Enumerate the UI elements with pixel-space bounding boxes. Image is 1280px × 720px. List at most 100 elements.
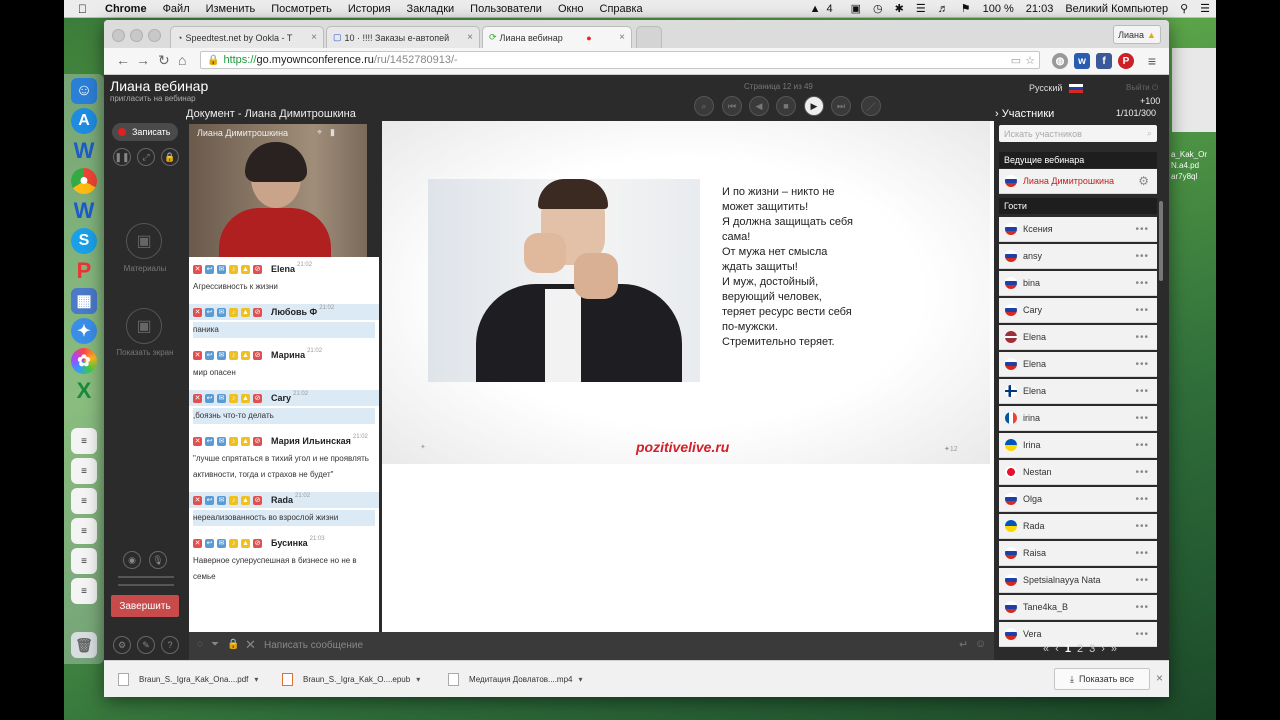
pager-first[interactable]: « bbox=[1040, 643, 1052, 655]
chat-author[interactable]: Elena bbox=[271, 264, 295, 274]
block-icon[interactable]: ⊘ bbox=[253, 436, 262, 446]
chat-author[interactable]: Rada bbox=[271, 495, 293, 505]
guest-row[interactable]: Elena ••• bbox=[999, 325, 1157, 350]
message-icon[interactable]: ✉ bbox=[217, 264, 226, 274]
warning-icon[interactable]: ▲ bbox=[241, 436, 250, 446]
reply-icon[interactable]: ↩ bbox=[205, 436, 214, 446]
block-icon[interactable]: ⊘ bbox=[253, 538, 262, 548]
message-icon[interactable]: ✉ bbox=[217, 307, 226, 317]
microphone-icon[interactable]: 🎙 bbox=[149, 551, 167, 569]
more-options-icon[interactable]: ••• bbox=[1135, 386, 1149, 397]
record-button[interactable]: Записать bbox=[112, 123, 178, 141]
spotlight-icon[interactable]: ⚲ bbox=[1174, 2, 1194, 15]
download-item[interactable]: Braun_S._Igra_Kak_O....epub ▾ bbox=[282, 668, 420, 690]
pager-page-2[interactable]: 2 bbox=[1074, 643, 1086, 655]
participant-search-input[interactable]: Искать участников ⌕ bbox=[999, 125, 1157, 142]
volume-icon[interactable]: ♬ bbox=[932, 3, 955, 15]
chat-author[interactable]: Cary bbox=[271, 393, 291, 403]
reply-icon[interactable]: ↩ bbox=[205, 307, 214, 317]
block-icon[interactable]: ⊘ bbox=[253, 307, 262, 317]
warning-icon[interactable]: ▲ bbox=[241, 393, 250, 403]
chat-author[interactable]: Мария Ильинская bbox=[271, 436, 351, 446]
tab-orders[interactable]: ▢ 10 · !!!! Заказы e-автопей × bbox=[326, 26, 480, 48]
presenter-video[interactable]: Лиана Димитрошкина ⌖ ▮ bbox=[189, 124, 367, 257]
new-tab-button[interactable] bbox=[636, 26, 662, 48]
apple-menu-icon[interactable]:  bbox=[64, 2, 97, 16]
warning-icon[interactable]: ▲ bbox=[241, 307, 250, 317]
guest-row[interactable]: Raisa ••• bbox=[999, 541, 1157, 566]
tab-webinar[interactable]: ⟳ Лиана вебинар ● × bbox=[482, 26, 632, 48]
chat-author[interactable]: Бусинка bbox=[271, 538, 308, 548]
language-selector[interactable]: Русский bbox=[1029, 83, 1083, 94]
chat-author[interactable]: Марина bbox=[271, 350, 305, 360]
camera-icon[interactable]: ◉ bbox=[123, 551, 141, 569]
materials-icon[interactable]: ▣ bbox=[126, 223, 162, 259]
more-options-icon[interactable]: ••• bbox=[1135, 494, 1149, 505]
document-thumbnail-icon[interactable]: ≡ bbox=[71, 548, 97, 574]
chevron-down-icon[interactable]: ▾ bbox=[416, 675, 420, 684]
more-options-icon[interactable]: ••• bbox=[1135, 305, 1149, 316]
pager-prev[interactable]: ‹ bbox=[1052, 643, 1062, 655]
document-thumbnail-icon[interactable]: ≡ bbox=[71, 428, 97, 454]
more-options-icon[interactable]: ••• bbox=[1135, 521, 1149, 532]
reply-icon[interactable]: ↩ bbox=[205, 393, 214, 403]
document-thumbnail-icon[interactable]: ≡ bbox=[71, 458, 97, 484]
back-icon[interactable]: ← bbox=[116, 52, 130, 68]
cast-icon[interactable]: ▭ bbox=[1011, 54, 1021, 67]
warning-icon[interactable]: ▲ bbox=[241, 538, 250, 548]
bell-icon[interactable]: ♪ bbox=[229, 495, 238, 505]
zoom-icon[interactable]: ⌕ bbox=[694, 96, 714, 116]
menu-help[interactable]: Справка bbox=[592, 3, 651, 15]
message-icon[interactable]: ✉ bbox=[217, 436, 226, 446]
safari-icon[interactable]: ✦ bbox=[71, 318, 97, 344]
bell-icon[interactable]: ♪ bbox=[229, 350, 238, 360]
participants-heading[interactable]: › Участники bbox=[995, 108, 1054, 120]
screen-share-icon[interactable]: ▣ bbox=[126, 308, 162, 344]
delete-icon[interactable]: ✕ bbox=[193, 264, 202, 274]
tab-close-icon[interactable]: × bbox=[307, 32, 317, 43]
delete-icon[interactable]: ✕ bbox=[193, 307, 202, 317]
window-minimize-button[interactable] bbox=[130, 29, 143, 42]
more-options-icon[interactable]: ••• bbox=[1135, 251, 1149, 262]
menu-history[interactable]: История bbox=[340, 3, 399, 15]
mic-slider[interactable] bbox=[118, 584, 174, 586]
guest-row[interactable]: Irina ••• bbox=[999, 433, 1157, 458]
message-icon[interactable]: ✉ bbox=[217, 538, 226, 548]
chevron-down-icon[interactable]: ▾ bbox=[578, 675, 582, 684]
address-bar[interactable]: 🔒 https://go.myownconference.ru/ru/14527… bbox=[200, 51, 1040, 69]
guest-row[interactable]: Ксения ••• bbox=[999, 217, 1157, 242]
guest-row[interactable]: ansy ••• bbox=[999, 244, 1157, 269]
profile-button[interactable]: Лиана ▲ bbox=[1113, 25, 1161, 44]
show-all-downloads-button[interactable]: ⤓ Показать все bbox=[1054, 668, 1150, 690]
input-flag-icon[interactable]: ⚑ bbox=[955, 2, 977, 15]
first-slide-icon[interactable]: ⏮ bbox=[722, 96, 742, 116]
menu-view[interactable]: Посмотреть bbox=[263, 3, 340, 15]
more-options-icon[interactable]: ••• bbox=[1135, 359, 1149, 370]
host-row[interactable]: Лиана Димитрошкина ⚙ bbox=[999, 169, 1157, 194]
more-options-icon[interactable]: ••• bbox=[1135, 332, 1149, 343]
finder-icon[interactable]: ☺ bbox=[71, 78, 97, 104]
reload-icon[interactable]: ↻ bbox=[158, 52, 170, 69]
more-options-icon[interactable]: ••• bbox=[1135, 224, 1149, 235]
fullscreen-icon[interactable]: ⤢ bbox=[137, 148, 155, 166]
delete-icon[interactable]: ✕ bbox=[193, 350, 202, 360]
preview-icon[interactable]: ▦ bbox=[71, 288, 97, 314]
block-icon[interactable]: ⊘ bbox=[253, 350, 262, 360]
finish-button[interactable]: Завершить bbox=[111, 595, 179, 617]
lock-chat-icon[interactable]: 🔒 bbox=[227, 639, 239, 650]
settings-icon[interactable]: ⚙ bbox=[113, 636, 131, 654]
prev-slide-icon[interactable]: ◀ bbox=[749, 96, 769, 116]
menu-people[interactable]: Пользователи bbox=[462, 3, 550, 15]
help-icon[interactable]: ? bbox=[161, 636, 179, 654]
chrome-menu-icon[interactable]: ≡ bbox=[1144, 53, 1160, 69]
time-machine-icon[interactable]: ◷ bbox=[867, 2, 889, 15]
more-options-icon[interactable]: ••• bbox=[1135, 467, 1149, 478]
reply-icon[interactable]: ↩ bbox=[205, 538, 214, 548]
trash-icon[interactable]: 🗑 bbox=[71, 632, 97, 658]
clear-chat-icon[interactable]: ✕ bbox=[245, 637, 256, 653]
participants-scrollbar[interactable] bbox=[1159, 201, 1163, 281]
menu-edit[interactable]: Изменить bbox=[198, 3, 264, 15]
desktop-file-label[interactable]: N.a4.pd bbox=[1171, 161, 1199, 170]
filter-icon[interactable]: ⏷ bbox=[211, 639, 219, 650]
home-icon[interactable]: ⌂ bbox=[178, 52, 186, 68]
